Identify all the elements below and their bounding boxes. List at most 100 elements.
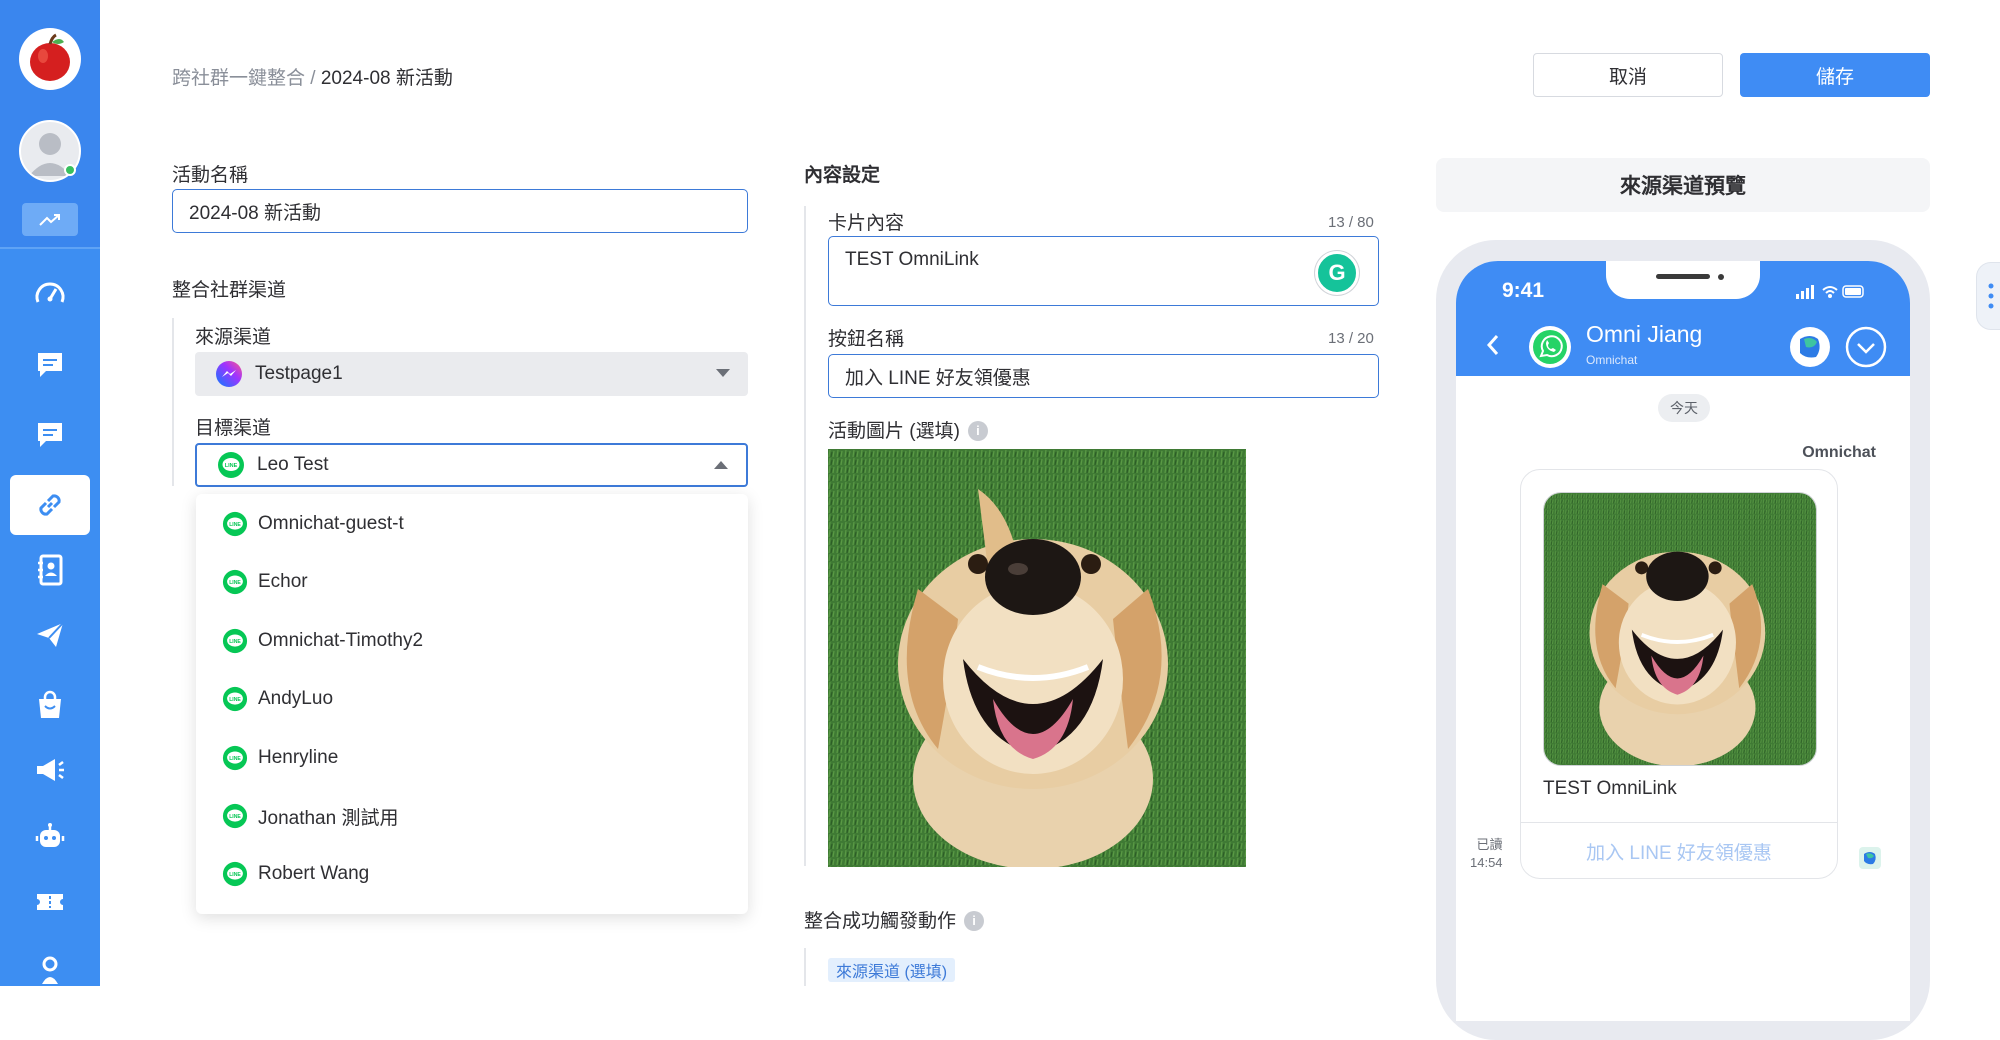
activity-image-label-text: 活動圖片 (選填) (828, 421, 960, 442)
dropdown-option[interactable]: LINE Jonathan 測試用 (222, 796, 398, 836)
source-channel-value: Testpage1 (255, 363, 343, 384)
trend-icon[interactable] (22, 203, 78, 236)
grammarly-icon[interactable]: G (1315, 251, 1359, 295)
speaker-bar (1656, 274, 1710, 279)
speedometer-icon (35, 282, 65, 303)
activity-name-input[interactable]: 2024-08 新活動 (172, 189, 748, 233)
preview-card: TEST OmniLink 加入 LINE 好友領優惠 (1520, 469, 1838, 879)
target-channel-select[interactable]: LINE Leo Test (195, 443, 748, 487)
channels-title: 整合社群渠道 (172, 280, 287, 301)
svg-text:LINE: LINE (229, 580, 241, 586)
status-icons (1796, 285, 1864, 299)
line-icon: LINE (222, 861, 248, 887)
brand-avatar-icon (1790, 327, 1830, 367)
date-divider: 今天 (1658, 394, 1710, 422)
trigger-action-title: 整合成功觸發動作 i (804, 906, 985, 933)
card-action-button[interactable]: 加入 LINE 好友領優惠 (1521, 823, 1837, 879)
svg-text:LINE: LINE (229, 697, 241, 703)
line-icon: LINE (218, 452, 244, 478)
svg-text:LINE: LINE (229, 756, 241, 762)
ticket-icon (37, 894, 63, 910)
activity-image[interactable] (828, 449, 1246, 867)
sidebar-item-broadcast[interactable] (10, 605, 90, 665)
brand-mini-icon (1859, 847, 1881, 869)
phone-header: 9:41 Omni Jiang Omnichat (1456, 261, 1910, 376)
save-button[interactable]: 儲存 (1740, 53, 1930, 97)
card-image (1543, 492, 1817, 766)
dropdown-option-label: Robert Wang (258, 863, 370, 884)
dropdown-option[interactable]: LINE Henryline (222, 738, 338, 778)
line-icon: LINE (222, 628, 248, 654)
svg-text:LINE: LINE (229, 872, 241, 878)
source-channel-select[interactable]: Testpage1 (195, 352, 748, 396)
robot-icon (35, 823, 65, 847)
sidebar-item-ticket[interactable] (10, 872, 90, 932)
phone-notch (1606, 261, 1760, 299)
dropdown-option-label: Henryline (258, 747, 339, 768)
sidebar-item-campaign[interactable] (10, 740, 90, 800)
trigger-action-title-text: 整合成功觸發動作 (804, 911, 957, 932)
contact-subtitle: Omnichat (1586, 353, 1638, 367)
sidebar-item-shop[interactable] (10, 675, 90, 735)
sidebar-item-chat-2[interactable] (10, 405, 90, 465)
dropdown-option[interactable]: LINE AndyLuo (222, 679, 333, 719)
contact-name: Omni Jiang (1586, 321, 1703, 347)
link-icon (39, 494, 61, 516)
drag-handle-icon (1988, 283, 1994, 309)
sidebar-divider (0, 247, 100, 249)
source-channel-label: 來源渠道 (195, 327, 272, 348)
sidebar-item-dashboard[interactable] (10, 264, 90, 324)
whatsapp-icon (1529, 326, 1571, 368)
cancel-button[interactable]: 取消 (1533, 53, 1723, 97)
side-panel-handle[interactable] (1976, 262, 2000, 330)
breadcrumb-parent[interactable]: 跨社群一鍵整合 (172, 68, 305, 89)
chat-bubble-icon (38, 423, 62, 447)
target-channel-value: Leo Test (257, 454, 329, 475)
chevron-down-circle-icon[interactable] (1844, 325, 1888, 369)
card-content-textarea[interactable]: TEST OmniLink (828, 236, 1379, 306)
card-content-label: 卡片內容 (828, 213, 905, 234)
target-channel-label: 目標渠道 (195, 418, 272, 439)
content-settings-title: 內容設定 (804, 165, 881, 186)
info-icon[interactable]: i (967, 420, 988, 441)
svg-text:LINE: LINE (229, 814, 241, 820)
camera-dot (1718, 274, 1724, 280)
sidebar (0, 0, 100, 986)
dropdown-option-label: AndyLuo (258, 688, 334, 709)
dropdown-option-label: Omnichat-guest-t (258, 513, 404, 534)
button-name-counter: 13 / 20 (1328, 330, 1374, 347)
trigger-guide-line (804, 948, 806, 986)
button-name-input[interactable]: 加入 LINE 好友領優惠 (828, 354, 1379, 398)
dropdown-option[interactable]: LINE Robert Wang (222, 854, 369, 894)
send-icon (37, 622, 64, 647)
breadcrumb-separator: / (310, 68, 316, 89)
read-receipt: 已讀 14:54 (1470, 836, 1503, 872)
sidebar-item-chat[interactable] (10, 335, 90, 395)
dropdown-option[interactable]: LINE Echor (222, 562, 308, 602)
info-icon[interactable]: i (964, 910, 985, 931)
messenger-icon (216, 361, 242, 387)
sidebar-item-bot[interactable] (10, 807, 90, 867)
source-channel-tag[interactable]: 來源渠道 (選填) (828, 958, 956, 982)
sidebar-item-help[interactable] (10, 940, 90, 1000)
breadcrumb: 跨社群一鍵整合 / 2024-08 新活動 (172, 63, 453, 90)
activity-image-label: 活動圖片 (選填) i (828, 416, 988, 443)
line-icon: LINE (222, 803, 248, 829)
chevron-down-icon (716, 369, 730, 377)
brand-logo-apple[interactable] (19, 28, 81, 90)
shopping-bag-icon (39, 690, 61, 718)
sidebar-item-contacts[interactable] (10, 540, 90, 600)
sidebar-item-omnilink[interactable] (10, 475, 90, 535)
phone-screen: 9:41 Omni Jiang Omnichat 今天 Omnichat TES… (1456, 261, 1910, 1021)
dropdown-option[interactable]: LINE Omnichat-Timothy2 (222, 621, 423, 661)
chat-bubble-icon (38, 353, 62, 377)
read-time: 14:54 (1470, 855, 1503, 870)
dropdown-option[interactable]: LINE Omnichat-guest-t (222, 504, 404, 544)
svg-text:LINE: LINE (229, 522, 241, 528)
target-channel-dropdown: LINE Omnichat-guest-t LINE Echor LINE Om… (196, 494, 748, 914)
chevron-up-icon (714, 461, 728, 469)
back-chevron-icon[interactable] (1486, 334, 1500, 356)
svg-text:LINE: LINE (229, 639, 241, 645)
content-guide-line (804, 206, 806, 866)
preview-title: 來源渠道預覽 (1436, 158, 1930, 212)
